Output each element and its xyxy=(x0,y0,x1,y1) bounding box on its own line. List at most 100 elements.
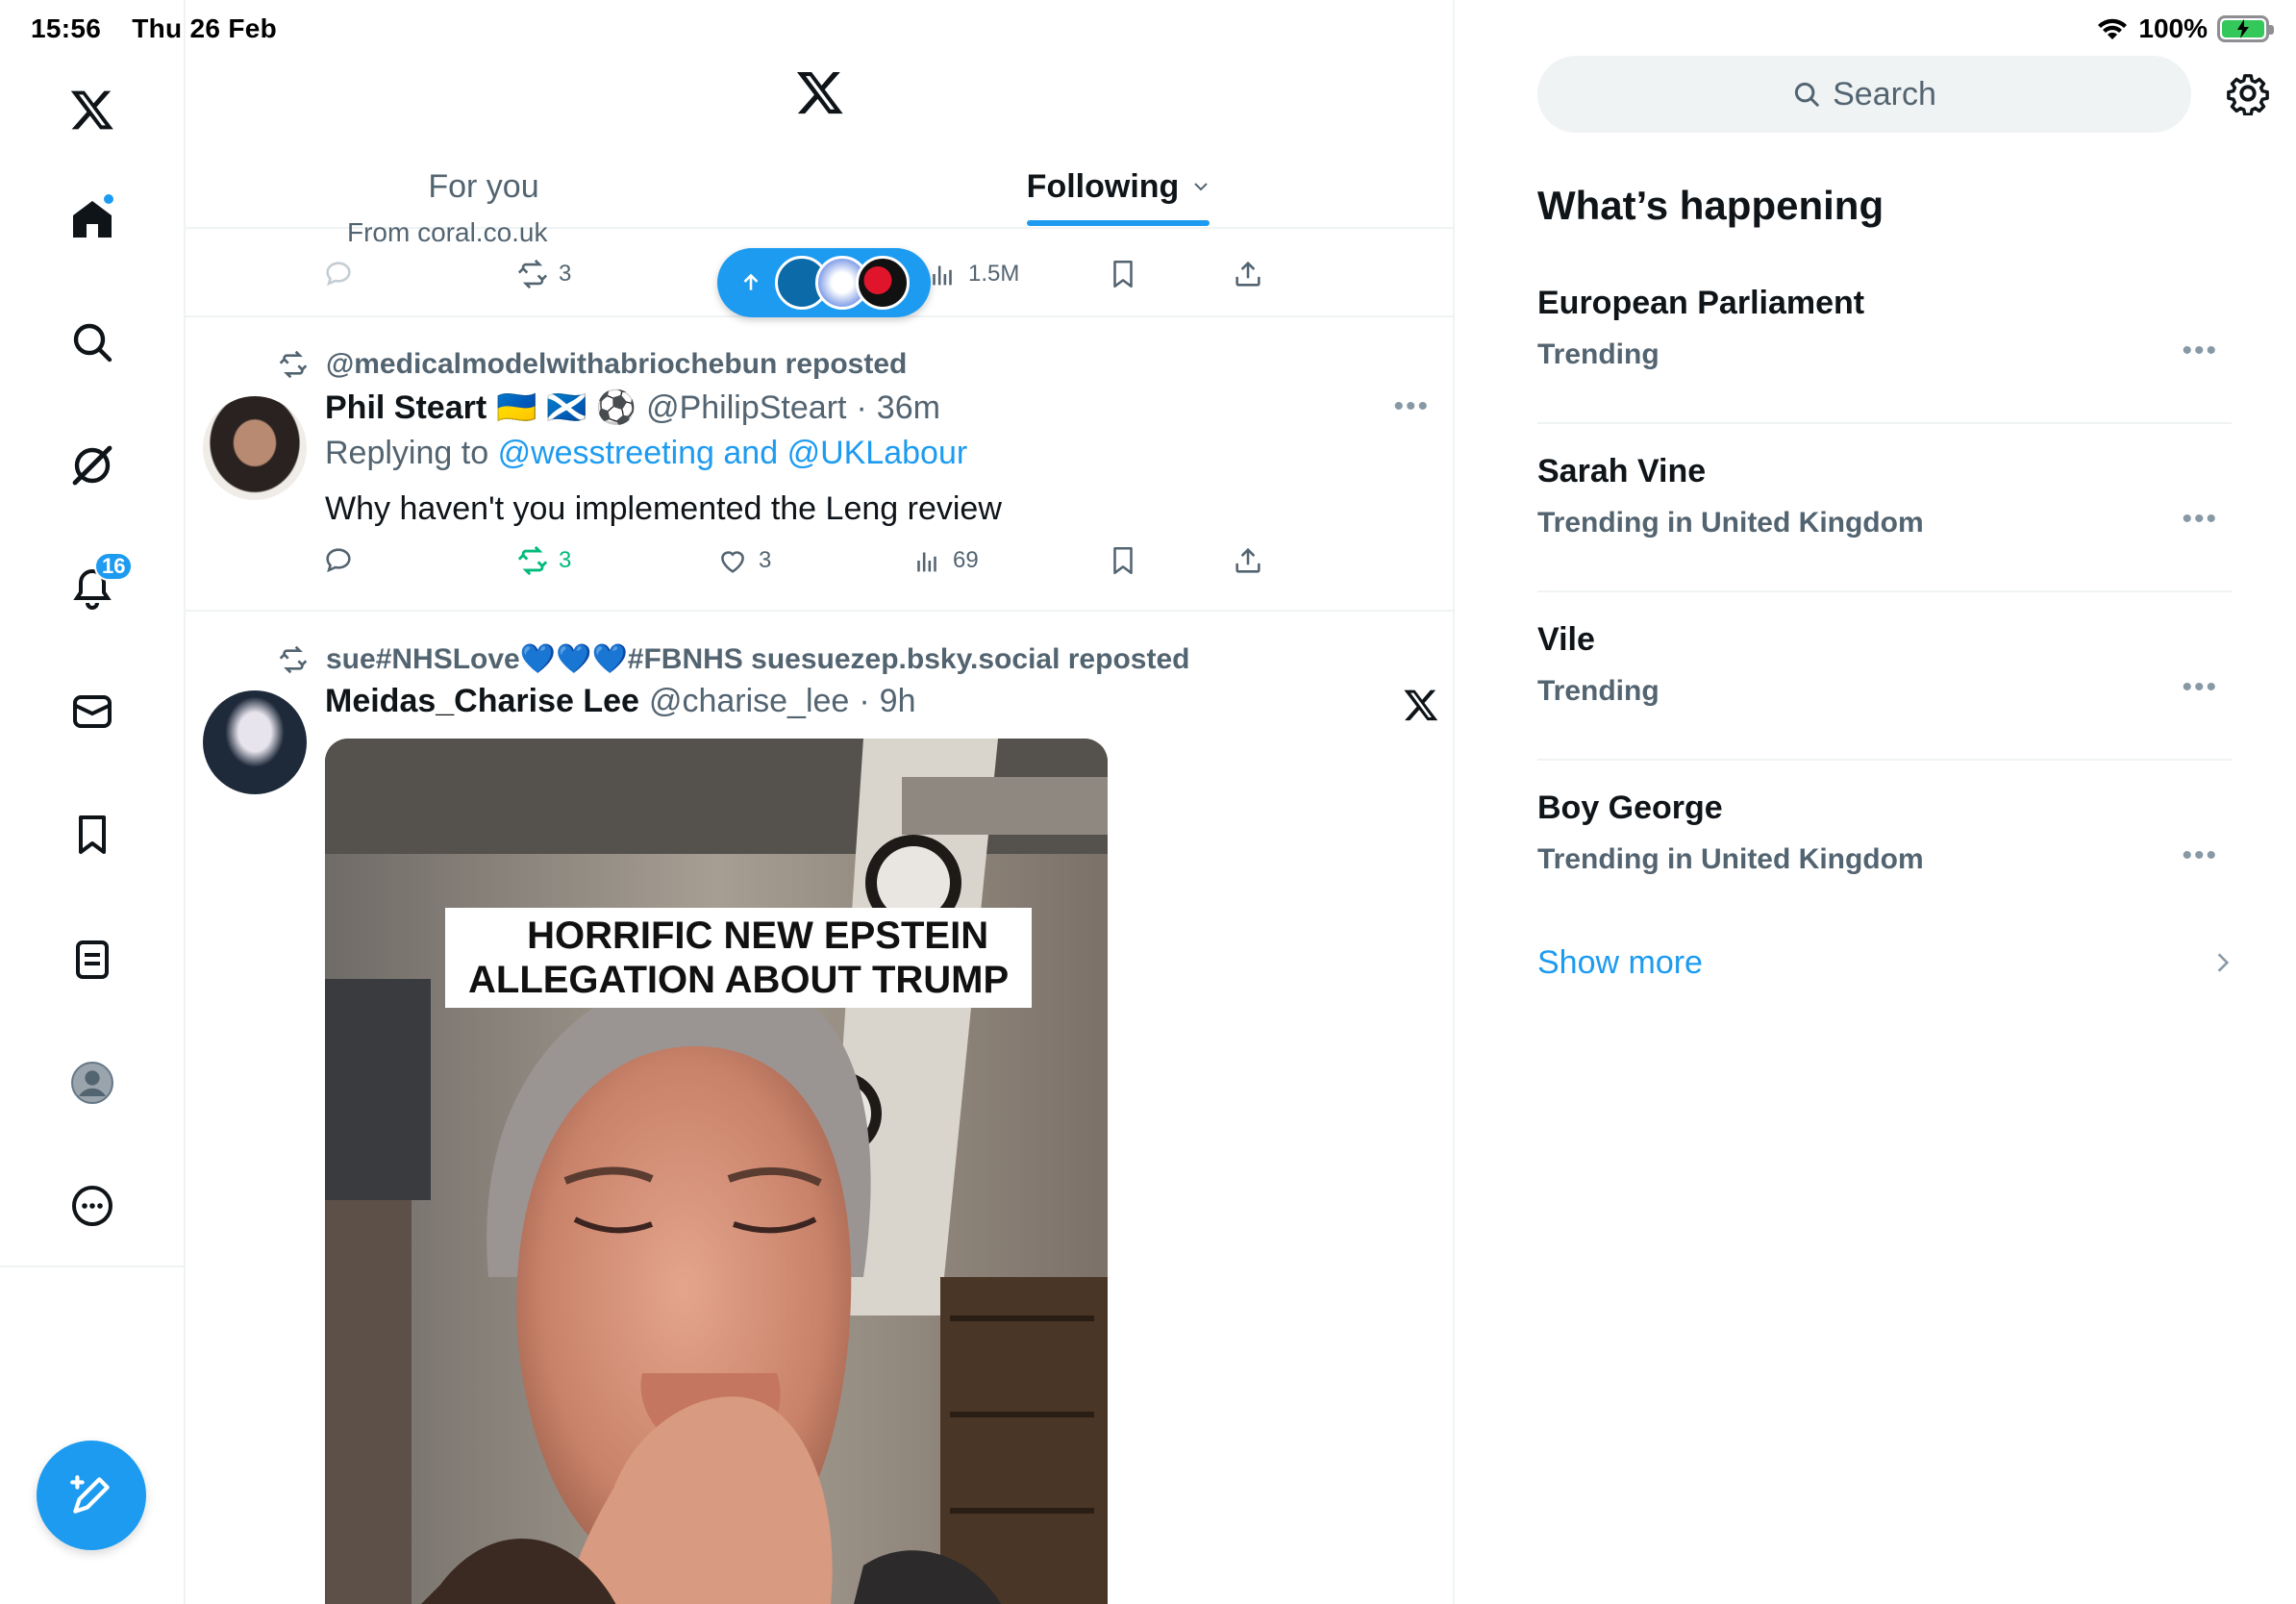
x-logo-icon[interactable] xyxy=(58,75,127,144)
x-logo-header-icon[interactable] xyxy=(795,67,845,117)
more-options-icon[interactable] xyxy=(58,1171,127,1241)
left-navigation: 16 xyxy=(0,0,186,1604)
views-count: 69 xyxy=(953,547,979,573)
search-placeholder: Search xyxy=(1833,75,1936,113)
search-icon xyxy=(1795,82,1819,107)
trend-context: Trending xyxy=(1537,338,1660,370)
arrow-up-icon xyxy=(743,273,759,290)
more-options-icon[interactable]: ••• xyxy=(2182,335,2218,367)
grok-icon[interactable] xyxy=(58,431,127,500)
more-options-icon[interactable]: ••• xyxy=(2182,671,2218,704)
profile-avatar-icon[interactable] xyxy=(58,1048,127,1117)
share-button[interactable] xyxy=(1232,258,1264,290)
retweet-count: 3 xyxy=(559,547,572,573)
notifications-badge: 16 xyxy=(94,552,134,581)
tweet[interactable]: @medicalmodelwithabriochebun reposted Ph… xyxy=(186,317,1453,612)
retweet-icon xyxy=(279,350,308,379)
video-frame xyxy=(325,739,1108,1604)
bookmark-button[interactable] xyxy=(1107,544,1139,577)
bookmarks-icon[interactable] xyxy=(58,800,127,869)
views-bars-icon xyxy=(933,265,952,286)
x-source-icon xyxy=(1404,689,1438,721)
retweet-count: 3 xyxy=(559,261,572,287)
author-avatar[interactable] xyxy=(203,690,307,794)
trend-context: Trending in United Kingdom xyxy=(1537,507,1924,539)
tweet-video[interactable]: HORRIFIC NEW EPSTEIN ALLEGATION ABOUT TR… xyxy=(325,739,1108,1604)
replying-to-handles[interactable]: @wesstreeting and @UKLabour xyxy=(498,435,968,471)
previous-tweet-source: From coral.co.uk xyxy=(347,217,548,247)
settings-gear-icon[interactable] xyxy=(2226,71,2270,115)
author-avatar[interactable] xyxy=(203,396,307,500)
tab-following-label: Following xyxy=(1026,167,1180,205)
right-sidebar: Search What’s happening European Parliam… xyxy=(1457,0,2296,1604)
more-options-icon[interactable]: ••• xyxy=(1393,390,1430,423)
lists-icon[interactable] xyxy=(58,925,127,994)
chevron-right-icon xyxy=(2217,953,2230,972)
views-count: 1.5M xyxy=(968,261,1020,287)
timeline-tabs: For you Following xyxy=(186,144,1453,229)
reply-icon xyxy=(326,262,351,287)
trend-item[interactable]: Boy George Trending in United Kingdom ••… xyxy=(1537,761,2232,929)
chevron-down-icon xyxy=(1194,183,1209,191)
show-more-link[interactable]: Show more xyxy=(1537,944,1703,982)
tab-following[interactable]: Following xyxy=(782,144,1453,229)
compose-post-button[interactable] xyxy=(37,1441,146,1550)
trend-name: Sarah Vine xyxy=(1537,453,1707,489)
messages-icon[interactable] xyxy=(58,677,127,746)
search-input[interactable]: Search xyxy=(1537,56,2191,133)
home-icon[interactable] xyxy=(58,185,127,254)
whats-happening-title: What’s happening xyxy=(1537,183,1884,228)
author-handle[interactable]: @PhilipSteart xyxy=(646,389,846,427)
bookmark-button[interactable] xyxy=(1107,258,1139,290)
tweet-time[interactable]: 9h xyxy=(880,683,916,720)
author-handle[interactable]: @charise_lee xyxy=(649,683,849,720)
retweet-button[interactable]: 3 xyxy=(516,544,571,577)
more-options-icon[interactable]: ••• xyxy=(2182,503,2218,536)
trend-context: Trending xyxy=(1537,675,1660,707)
views-stat[interactable]: 1.5M xyxy=(926,258,1019,290)
share-icon xyxy=(1235,547,1260,573)
trend-item[interactable]: Sarah Vine Trending in United Kingdom ••… xyxy=(1537,424,2232,592)
author-name[interactable]: Meidas_Charise Lee xyxy=(325,683,639,720)
trend-item[interactable]: Vile Trending ••• xyxy=(1537,592,2232,761)
trend-name: European Parliament xyxy=(1537,285,1865,321)
retweet-icon xyxy=(279,645,308,673)
trend-item[interactable]: European Parliament Trending ••• xyxy=(1537,256,2232,424)
like-count: 3 xyxy=(759,547,772,573)
bookmark-icon xyxy=(1113,546,1133,575)
active-tab-indicator xyxy=(1027,220,1210,226)
video-caption: HORRIFIC NEW EPSTEIN ALLEGATION ABOUT TR… xyxy=(445,908,1033,1008)
author-name[interactable]: Phil Steart xyxy=(325,389,487,427)
reply-button[interactable] xyxy=(322,258,355,290)
nav-divider xyxy=(0,1266,186,1267)
replying-to: Replying to @wesstreeting and @UKLabour xyxy=(325,435,967,472)
replying-to-label: Replying to xyxy=(325,435,489,471)
tweet-text: Why haven't you implemented the Leng rev… xyxy=(325,490,1002,527)
separator-dot: · xyxy=(856,388,867,426)
timeline-column: For you Following From coral.co.uk 3 1.5… xyxy=(186,0,1455,1604)
notifications-bell-icon[interactable]: 16 xyxy=(58,552,134,623)
bookmark-icon xyxy=(1113,260,1133,288)
tweet-header: Phil Steart 🇺🇦 🏴󠁧󠁢󠁳󠁣󠁴󠁿 ⚽ @PhilipSteart ·… xyxy=(325,388,940,427)
retweet-button[interactable]: 3 xyxy=(516,258,571,290)
like-button[interactable]: 3 xyxy=(716,544,771,577)
compose-feather-icon xyxy=(70,1475,110,1514)
search-icon[interactable] xyxy=(58,308,127,377)
views-stat[interactable]: 69 xyxy=(911,544,979,577)
reposted-by-label: sue#NHSLove💙💙💙#FBNHS suesuezep.bsky.soci… xyxy=(326,643,1190,675)
repost-context: @medicalmodelwithabriochebun reposted xyxy=(278,348,907,381)
more-options-icon[interactable]: ••• xyxy=(2182,840,2218,872)
new-posts-pill[interactable] xyxy=(717,248,931,317)
trend-context: Trending in United Kingdom xyxy=(1537,843,1924,875)
reposted-by-label: @medicalmodelwithabriochebun reposted xyxy=(326,348,908,380)
trend-name: Boy George xyxy=(1537,789,1723,826)
share-button[interactable] xyxy=(1232,544,1264,577)
tweet-header: Meidas_Charise Lee @charise_lee · 9h xyxy=(325,683,916,720)
tab-for-you[interactable]: For you xyxy=(186,144,782,229)
repost-context: sue#NHSLove💙💙💙#FBNHS suesuezep.bsky.soci… xyxy=(278,642,1189,676)
reply-button[interactable] xyxy=(322,544,355,577)
tweet-time[interactable]: 36m xyxy=(877,389,940,427)
heart-icon xyxy=(721,551,744,573)
tweet[interactable]: sue#NHSLove💙💙💙#FBNHS suesuezep.bsky.soci… xyxy=(186,612,1453,1604)
tab-for-you-label: For you xyxy=(428,167,539,205)
